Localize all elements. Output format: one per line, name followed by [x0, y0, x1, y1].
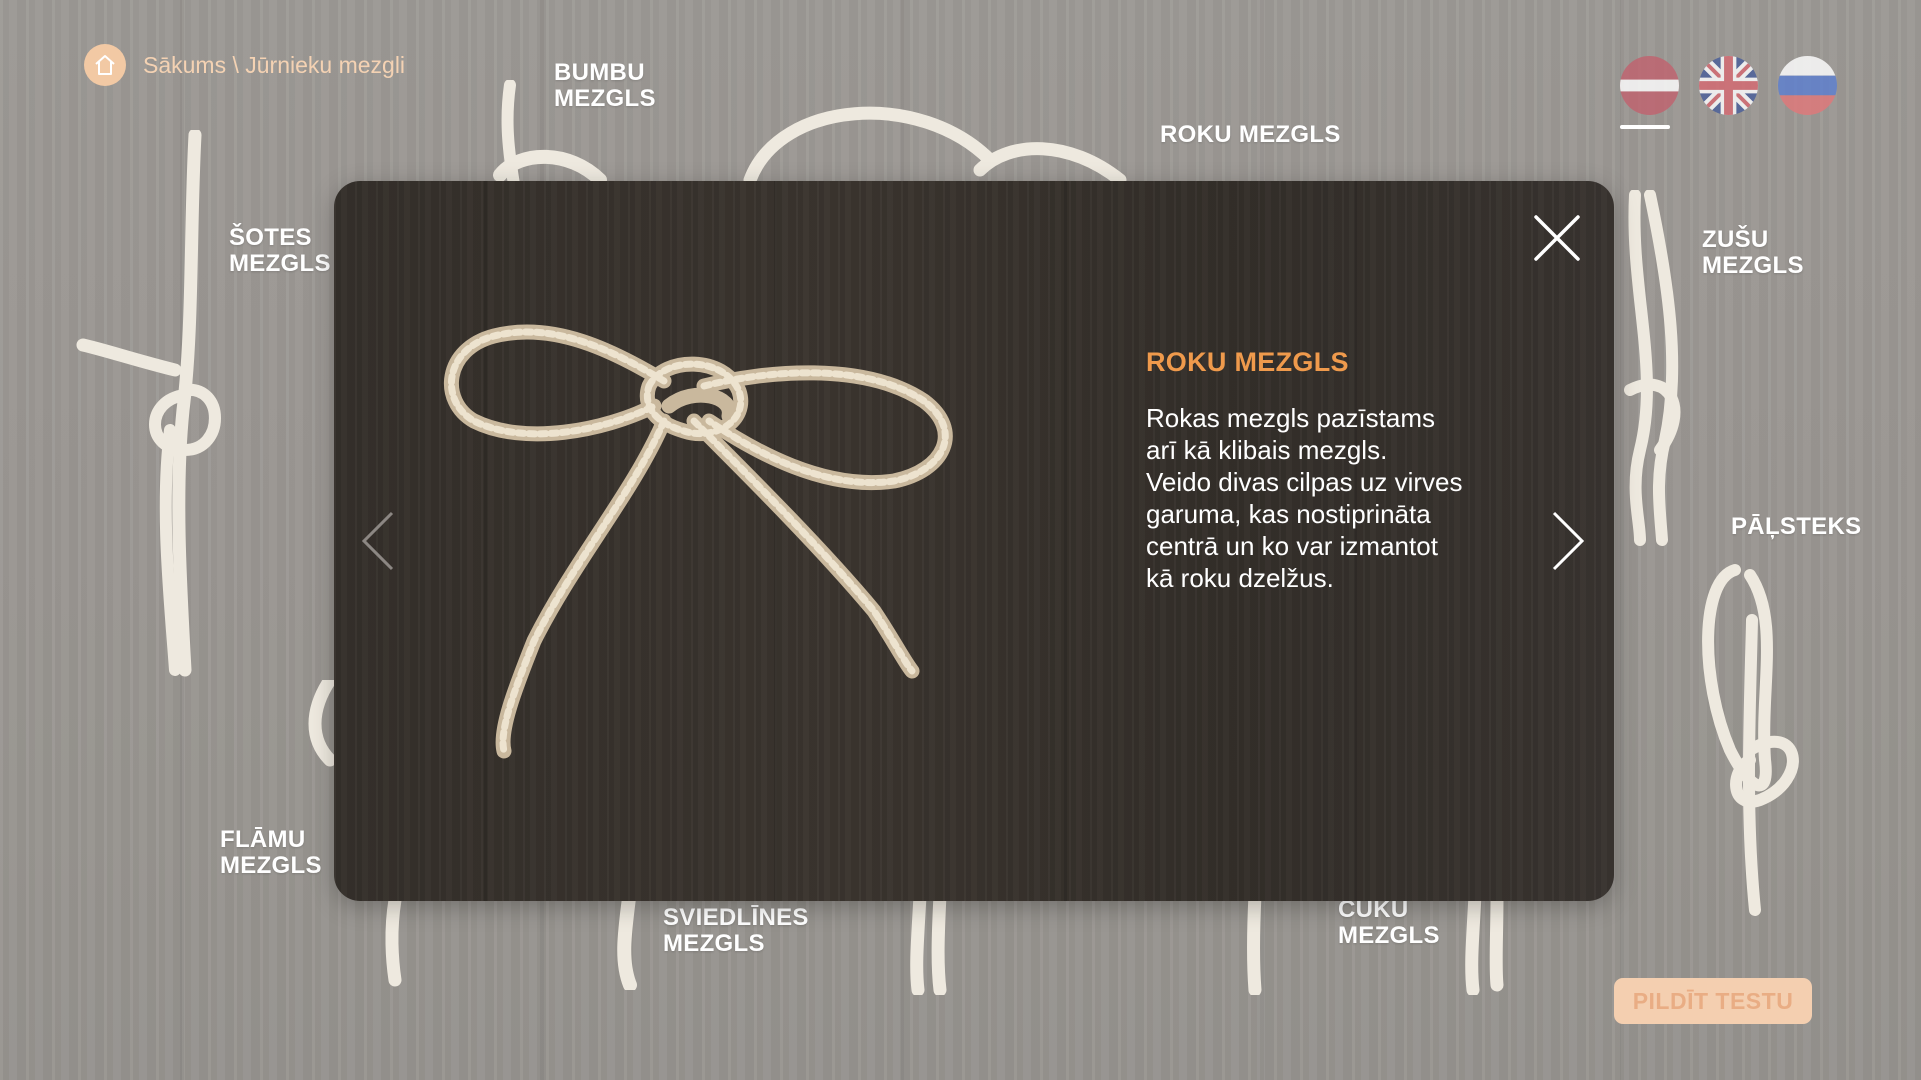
knot-label-line1: FLĀMU — [220, 826, 306, 853]
knot-label-shotes[interactable]: ŠOTES MEZGLS — [229, 225, 331, 277]
knot-title: ROKU MEZGLS — [1146, 347, 1349, 377]
knot-description: Rokas mezgls pazīstams arī kā klibais me… — [1146, 403, 1463, 593]
knot-label-cuku[interactable]: CŪKU MEZGLS — [1338, 897, 1440, 949]
knot-label-flamu[interactable]: FLĀMU MEZGLS — [220, 827, 322, 879]
breadcrumb: Sākums \ Jūrnieku mezgli — [84, 44, 405, 86]
close-icon — [1534, 215, 1580, 261]
language-ru-button[interactable] — [1778, 56, 1837, 115]
previous-button[interactable] — [360, 509, 396, 573]
uk-flag-icon — [1699, 56, 1758, 115]
knot-label-line2: MEZGLS — [229, 250, 331, 277]
next-button[interactable] — [1550, 509, 1586, 573]
knot-label-line1: ŠOTES — [229, 224, 312, 251]
knot-label-line2: MEZGLS — [554, 85, 656, 112]
chevron-left-icon — [361, 511, 394, 571]
language-en-button[interactable] — [1699, 56, 1758, 115]
knot-label-zushu[interactable]: ZUŠU MEZGLS — [1702, 227, 1804, 279]
russia-flag-icon — [1778, 56, 1837, 115]
start-test-button[interactable]: PILDĪT TESTU — [1614, 978, 1812, 1024]
knot-label-line1: ZUŠU — [1702, 226, 1769, 253]
language-lv-button[interactable] — [1620, 56, 1679, 115]
knot-label-sviedlines[interactable]: SVIEDLĪNES MEZGLS — [663, 905, 809, 957]
knot-label-bumbu[interactable]: BUMBU MEZGLS — [554, 60, 656, 112]
knot-label-palsteks[interactable]: PĀĻSTEKS — [1731, 514, 1861, 540]
home-button[interactable] — [84, 44, 126, 86]
chevron-right-icon — [1552, 511, 1585, 571]
knot-label-line2: MEZGLS — [663, 930, 765, 957]
knot-label-line2: MEZGLS — [220, 852, 322, 879]
knot-label-line2: MEZGLS — [1702, 252, 1804, 279]
knot-label-line1: PĀĻSTEKS — [1731, 513, 1862, 540]
latvia-flag-icon — [1620, 56, 1679, 115]
knot-image — [434, 311, 974, 781]
active-language-indicator — [1620, 125, 1670, 129]
knot-label-roku[interactable]: ROKU MEZGLS — [1160, 122, 1341, 148]
knot-label-line2: MEZGLS — [1338, 922, 1440, 949]
close-button[interactable] — [1532, 213, 1582, 263]
knot-label-line1: BUMBU — [554, 59, 645, 86]
knot-detail-modal: ROKU MEZGLS Rokas mezgls pazīstams arī k… — [334, 181, 1614, 901]
home-icon — [95, 55, 115, 75]
knot-label-line1: SVIEDLĪNES — [663, 904, 809, 931]
knot-label-line1: ROKU MEZGLS — [1160, 121, 1341, 148]
breadcrumb-text[interactable]: Sākums \ Jūrnieku mezgli — [143, 52, 405, 79]
language-selector — [1620, 56, 1837, 115]
knot-info: ROKU MEZGLS Rokas mezgls pazīstams arī k… — [1146, 347, 1516, 594]
